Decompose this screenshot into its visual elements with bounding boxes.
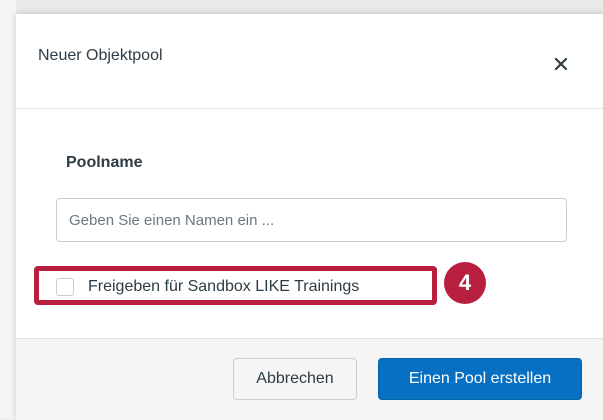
- share-sandbox-checkbox-label: Freigeben für Sandbox LIKE Trainings: [88, 278, 360, 295]
- dialog-title: Neuer Objektpool: [38, 47, 163, 64]
- create-pool-button[interactable]: Einen Pool erstellen: [378, 358, 582, 400]
- share-sandbox-checkbox[interactable]: [56, 278, 74, 296]
- close-icon: [555, 58, 567, 70]
- pool-name-label: Poolname: [66, 154, 143, 171]
- close-button[interactable]: [546, 49, 576, 79]
- pool-name-input[interactable]: [56, 198, 567, 242]
- share-sandbox-checkbox-row[interactable]: Freigeben für Sandbox LIKE Trainings: [56, 276, 359, 298]
- new-object-pool-dialog: Neuer Objektpool Poolname Freigeben für …: [16, 14, 603, 420]
- backdrop: [0, 0, 603, 14]
- backdrop-left-strip: [0, 0, 16, 419]
- dialog-header: Neuer Objektpool: [16, 14, 603, 109]
- cancel-button[interactable]: Abbrechen: [233, 358, 357, 400]
- step-number-badge: 4: [444, 262, 486, 304]
- dialog-footer: Abbrechen Einen Pool erstellen: [16, 338, 603, 420]
